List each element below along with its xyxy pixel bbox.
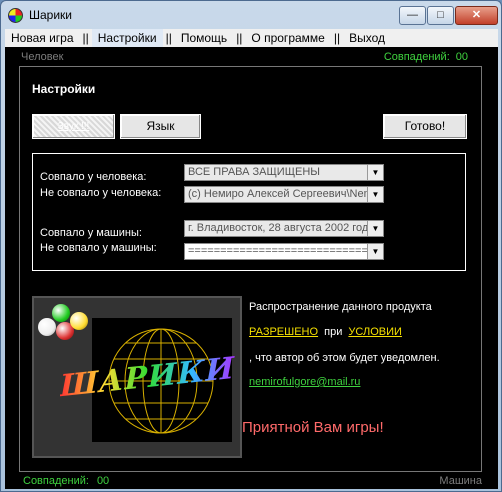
license-notice: , что автор об этом будет уведомлен. bbox=[249, 352, 440, 364]
game-area: Человек Совпадений: 00 Настройки Звук !!!… bbox=[5, 47, 498, 489]
settings-title: Настройки bbox=[32, 82, 96, 96]
human-miss-label: Не совпало у человека: bbox=[40, 187, 162, 199]
menu-separator: || bbox=[82, 31, 89, 45]
menu-separator: || bbox=[165, 31, 172, 45]
menu-new-game[interactable]: Новая игра bbox=[5, 29, 80, 47]
chevron-down-icon[interactable]: ▼ bbox=[367, 221, 383, 236]
menu-help[interactable]: Помощь bbox=[175, 29, 233, 47]
score-label: Совпадений: bbox=[23, 475, 89, 487]
select-value: ====================================== bbox=[188, 245, 383, 257]
condition-link[interactable]: УСЛОВИИ bbox=[348, 326, 402, 338]
machine-miss-select[interactable]: ====================================== ▼ bbox=[184, 243, 384, 260]
machine-match-select[interactable]: г. Владивосток, 28 августа 2002 года ▼ bbox=[184, 220, 384, 237]
author-email-link[interactable]: nemirofulgore@mail.ru bbox=[249, 376, 360, 388]
done-button[interactable]: Готово! bbox=[383, 114, 467, 139]
chevron-down-icon[interactable]: ▼ bbox=[367, 244, 383, 259]
license-text: Распространение данного продукта bbox=[249, 301, 432, 313]
settings-panel: Настройки Звук !!! Язык Готово! Совпало … bbox=[19, 66, 482, 472]
human-match-label: Совпало у человека: bbox=[40, 171, 147, 183]
human-player-label: Человек bbox=[21, 51, 64, 63]
license-condition: РАЗРЕШЕНО при УСЛОВИИ bbox=[249, 326, 402, 338]
app-window: Шарики — □ ✕ Новая игра || Настройки || … bbox=[0, 0, 502, 492]
game-logo: ШАРИКИ bbox=[32, 296, 242, 458]
menu-exit[interactable]: Выход bbox=[343, 29, 391, 47]
select-value: ВСЕ ПРАВА ЗАЩИЩЕНЫ bbox=[188, 166, 321, 178]
messages-group: Совпало у человека: ВСЕ ПРАВА ЗАЩИЩЕНЫ ▼… bbox=[32, 153, 466, 271]
score-value: 00 bbox=[455, 51, 468, 63]
language-button[interactable]: Язык bbox=[120, 114, 201, 139]
menu-settings[interactable]: Настройки bbox=[91, 29, 163, 47]
enjoy-message: Приятной Вам игры! bbox=[242, 419, 384, 436]
title-bar[interactable]: Шарики — □ ✕ bbox=[1, 1, 501, 29]
menu-bar: Новая игра || Настройки || Помощь || О п… bbox=[5, 29, 498, 47]
human-miss-select[interactable]: (c) Немиро Алексей Сергеевич\Nem ▼ bbox=[184, 186, 384, 203]
chevron-down-icon[interactable]: ▼ bbox=[367, 187, 383, 202]
on-word: при bbox=[324, 326, 343, 338]
select-value: (c) Немиро Алексей Сергеевич\Nem bbox=[188, 188, 373, 200]
sound-button[interactable]: Звук !!! bbox=[32, 114, 115, 139]
chevron-down-icon[interactable]: ▼ bbox=[367, 165, 383, 180]
window-title: Шарики bbox=[29, 8, 73, 22]
machine-match-label: Совпало у машины: bbox=[40, 227, 142, 239]
menu-separator: || bbox=[333, 31, 341, 45]
select-value: г. Владивосток, 28 августа 2002 года bbox=[188, 222, 375, 234]
machine-miss-label: Не совпало у машины: bbox=[40, 242, 157, 254]
close-button[interactable]: ✕ bbox=[455, 6, 498, 25]
score-label: Совпадений: bbox=[383, 51, 450, 63]
machine-score: Совпадений: 00 bbox=[23, 475, 109, 487]
menu-separator: || bbox=[236, 31, 243, 45]
balls-app-icon bbox=[8, 8, 23, 23]
minimize-button[interactable]: — bbox=[399, 6, 426, 25]
score-value: 00 bbox=[96, 475, 110, 487]
menu-about[interactable]: О программе bbox=[245, 29, 330, 47]
human-score: Совпадений: 00 bbox=[384, 51, 468, 63]
human-match-select[interactable]: ВСЕ ПРАВА ЗАЩИЩЕНЫ ▼ bbox=[184, 164, 384, 181]
maximize-button[interactable]: □ bbox=[427, 6, 454, 25]
machine-player-label: Машина bbox=[439, 475, 482, 487]
allowed-link[interactable]: РАЗРЕШЕНО bbox=[249, 326, 318, 338]
